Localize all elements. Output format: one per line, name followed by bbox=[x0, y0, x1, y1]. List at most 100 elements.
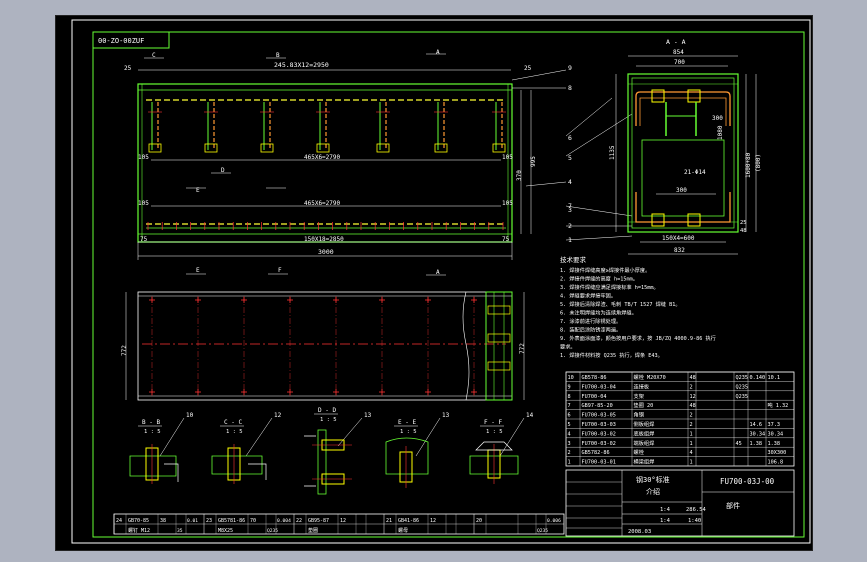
bottom-bom-mat: 35 bbox=[177, 528, 183, 534]
bom-cell-w2: 30X300 bbox=[768, 450, 787, 456]
cad-viewport[interactable]: 00-ZO-00ZUF 245.83X12=2950 25 25 C B A 4… bbox=[55, 15, 813, 551]
side-bottom-dim-1: 150X4=600 bbox=[662, 235, 695, 242]
bottom-bom-name: 螺母 bbox=[398, 527, 408, 534]
bom-cell-w1: 0.140 bbox=[750, 375, 766, 381]
bom-cell-no: 4 bbox=[568, 431, 571, 437]
bom-cell-w2: 106.8 bbox=[768, 460, 784, 466]
bottom-dimension-1: 150X18=2850 bbox=[304, 236, 344, 243]
bom-cell-mat: Q235 bbox=[736, 384, 749, 390]
note-line: 4. 焊缝要求焊接牢固。 bbox=[560, 292, 616, 300]
right-end-dim-2: 105 bbox=[502, 200, 513, 207]
bom-cell-mat: Q235 bbox=[736, 375, 749, 381]
side-view-label: A - A bbox=[666, 38, 686, 46]
title-name-2: 介绍 bbox=[646, 487, 660, 496]
bom-row: 6 FU700-03-05 角钢 2 bbox=[568, 411, 693, 419]
section-mark-a: A bbox=[436, 49, 440, 56]
side-right-height-2: (800) bbox=[755, 154, 762, 172]
bottom-bom-name: 螺钉 M12 bbox=[128, 527, 150, 534]
bottom-bom-qty: 70 bbox=[250, 518, 256, 524]
bottom-bom-mat: Q235 bbox=[267, 528, 278, 534]
callout-9: 9 bbox=[568, 64, 572, 72]
section-c-c: C - C 1 : 5 12 bbox=[211, 412, 282, 484]
bottom-bom-cell: 23 GB5781-86 M8X25 70 Q235 0.004 bbox=[206, 518, 291, 534]
bottom-bom-weight: 0.004 bbox=[277, 518, 291, 524]
bom-cell-no: 5 bbox=[568, 422, 571, 428]
side-right-height-3: 1080 bbox=[717, 125, 724, 140]
side-view: A - A 854 700 300 300 21-Φ14 1135 1600+8… bbox=[609, 38, 762, 255]
callout-5: 5 bbox=[568, 154, 572, 162]
bottom-bom-cell: 21 GB41-86 螺母 12 bbox=[386, 518, 436, 534]
bom-cell-code: FU700-03-01 bbox=[582, 460, 616, 466]
bottom-bom-name: M8X25 bbox=[218, 528, 233, 534]
note-line: 8. 装配后涂防锈漆两遍。 bbox=[560, 326, 621, 334]
right-end-dim-3: 75 bbox=[502, 236, 510, 243]
note-line: 3. 焊接件焊缝应满足焊接标准 h=15mm。 bbox=[560, 283, 659, 291]
bom-cell-no: 1 bbox=[568, 460, 571, 466]
callout-4: 4 bbox=[568, 178, 572, 186]
bom-cell-qty: 48 bbox=[690, 375, 696, 381]
quantity-ratio: 1:40 bbox=[688, 518, 701, 524]
bom-cell-name: 横梁组焊 bbox=[634, 458, 655, 466]
bom-row: 2 GB5782-86 螺栓 4 30X300 bbox=[568, 448, 787, 456]
callout-7: 7 bbox=[568, 202, 572, 210]
bom-cell-w2: 1.38 bbox=[768, 441, 781, 447]
side-small-dim-2: 48 bbox=[740, 228, 747, 234]
title-block: 钢30°标准 介绍 FU700-03J-00 部件 286.54 1:40 20… bbox=[565, 469, 795, 537]
bom-cell-name: 支架 bbox=[634, 392, 644, 400]
svg-text:1 : 5: 1 : 5 bbox=[486, 429, 503, 435]
bom-cell-code: FU700-03-03 bbox=[582, 422, 616, 428]
bottom-bom-code: GB70-85 bbox=[128, 518, 149, 524]
note-line: 2. 焊接件焊缝的高度 h=15mm。 bbox=[560, 275, 638, 283]
bom-cell-qty: 1 bbox=[690, 441, 693, 447]
bottom-bom-name: 垫圈 bbox=[308, 527, 318, 534]
hanger-rods bbox=[147, 102, 506, 230]
bom-cell-code: FU700-03-02 bbox=[582, 431, 616, 437]
bottom-dimension-2: 3000 bbox=[318, 248, 334, 256]
left-end-dim-2: 105 bbox=[138, 200, 149, 207]
top-dimension: 245.83X12=2950 bbox=[274, 61, 329, 69]
svg-text:1 : 5: 1 : 5 bbox=[144, 429, 161, 435]
hanger-rod bbox=[492, 102, 506, 153]
bottom-bom-cell: 20 Q235 0.006 bbox=[476, 518, 561, 534]
height-dim-2: 995 bbox=[530, 156, 537, 167]
bom-row: 4 FU700-03-02 底板组焊 1 30.34 30.34 bbox=[568, 429, 784, 437]
callout-12: 12 bbox=[274, 412, 282, 419]
bottom-bom-cell: 22 GB95-87 垫圈 12 bbox=[296, 518, 346, 534]
bottom-bom-qty: 12 bbox=[340, 518, 346, 524]
bom-cell-no: 10 bbox=[568, 375, 574, 381]
side-small-dim-1: 25 bbox=[740, 220, 747, 226]
bom-cell-w1: 1.38 bbox=[750, 441, 763, 447]
svg-text:E - E: E - E bbox=[398, 419, 416, 426]
side-left-height: 1135 bbox=[609, 145, 616, 160]
plan-view: 772 772 bbox=[121, 291, 526, 401]
bottom-bom-no: 23 bbox=[206, 518, 212, 524]
bom-cell-qty: 48 bbox=[690, 403, 696, 409]
bottom-bom-code: GB95-87 bbox=[308, 518, 329, 524]
bom-cell-code: FU700-04 bbox=[582, 394, 607, 400]
bom-cell-code: GB578-86 bbox=[582, 375, 607, 381]
bom-cell-name: 垫圈 20 bbox=[634, 401, 654, 409]
hanger-rod bbox=[434, 102, 448, 153]
callout-10: 10 bbox=[186, 412, 194, 419]
bottom-bom-no: 22 bbox=[296, 518, 302, 524]
bom-cell-name: 侧板组焊 bbox=[634, 420, 655, 428]
bom-cell-code: GB5782-86 bbox=[582, 450, 610, 456]
bom-cell-name: 螺栓 M20X70 bbox=[634, 373, 666, 381]
bottom-bom-code: GB5781-86 bbox=[218, 518, 245, 524]
bom-cell-no: 9 bbox=[568, 384, 571, 390]
note-line: 6. 未注明焊缝均为连续角焊缝。 bbox=[560, 309, 637, 317]
cad-drawing: 00-ZO-00ZUF 245.83X12=2950 25 25 C B A 4… bbox=[71, 19, 811, 544]
bottom-bom-code: GB41-86 bbox=[398, 518, 419, 524]
notes-heading: 技术要求 bbox=[560, 255, 587, 264]
note-line: 5. 焊接后清除焊渣、毛刺 TB/T 1527 焊缝 B1。 bbox=[560, 300, 681, 308]
note-line: 1. 焊接件焊缝高度≥焊接件最小厚度。 bbox=[560, 266, 650, 274]
parts-list-table: 10 GB578-86 螺栓 M20X70 48 Q235 0.140 10.19 FU700… bbox=[565, 371, 795, 467]
left-end-dim-3: 75 bbox=[140, 236, 148, 243]
bottom-bom-no: 21 bbox=[386, 518, 392, 524]
bom-row: 7 GB97-85-20 垫圈 20 48 吨 1.32 bbox=[568, 401, 789, 409]
bom-cell-qty: 12 bbox=[690, 394, 696, 400]
section-mark-e2: E bbox=[196, 267, 200, 274]
svg-text:F - F: F - F bbox=[484, 419, 502, 426]
height-dim-1: 370 bbox=[516, 170, 523, 181]
bom-cell-w1: 14.6 bbox=[750, 422, 763, 428]
